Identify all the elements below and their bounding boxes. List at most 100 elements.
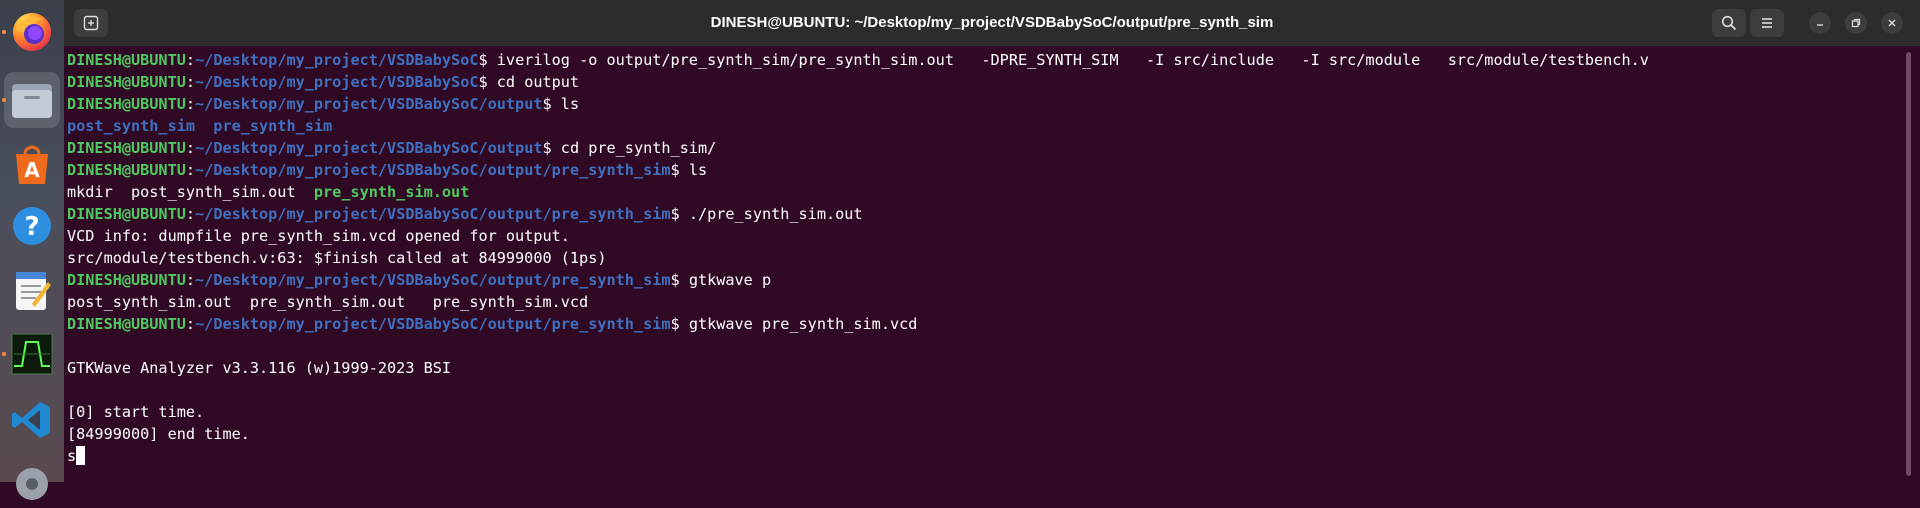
app-center-icon[interactable]: A — [8, 140, 56, 188]
menu-button[interactable] — [1750, 9, 1784, 37]
prompt-separator: : — [185, 271, 196, 289]
terminal-line: DINESH@UBUNTU:~/Desktop/my_project/VSDBa… — [67, 137, 1649, 159]
prompt-symbol: $ — [542, 95, 561, 113]
terminal-line: [84999000] end time. — [67, 423, 1649, 445]
typed-input: s — [67, 447, 77, 465]
prompt-path: ~/Desktop/my_project/VSDBabySoC/output/p… — [195, 315, 671, 333]
command-text: cd output — [496, 73, 580, 91]
settings-icon[interactable] — [8, 460, 56, 508]
close-icon — [1888, 19, 1896, 27]
prompt-user-host: DINESH@UBUNTU — [67, 51, 186, 69]
vscode-icon[interactable] — [8, 396, 56, 444]
search-button[interactable] — [1712, 9, 1746, 37]
prompt-user-host: DINESH@UBUNTU — [67, 139, 186, 157]
terminal-line: DINESH@UBUNTU:~/Desktop/my_project/VSDBa… — [67, 71, 1649, 93]
prompt-separator: : — [185, 51, 196, 69]
prompt-separator: : — [185, 95, 196, 113]
prompt-user-host: DINESH@UBUNTU — [67, 205, 186, 223]
prompt-symbol: $ — [670, 161, 689, 179]
terminal-line: GTKWave Analyzer v3.3.116 (w)1999-2023 B… — [67, 357, 1649, 379]
prompt-symbol: $ — [478, 51, 497, 69]
dock: A ? — [0, 0, 64, 500]
prompt-separator: : — [185, 205, 196, 223]
firefox-running-indicator — [2, 30, 6, 34]
output-text: GTKWave Analyzer v3.3.116 (w)1999-2023 B… — [67, 359, 452, 377]
text-editor-icon[interactable] — [8, 266, 56, 314]
files-running-indicator — [2, 98, 6, 102]
text-cursor — [76, 446, 86, 465]
restore-button[interactable] — [1845, 12, 1867, 34]
scrollbar-thumb[interactable] — [1906, 52, 1911, 476]
minimize-icon — [1817, 24, 1823, 26]
prompt-separator: : — [185, 315, 196, 333]
command-text: ls — [560, 95, 580, 113]
directory-listing: post_synth_sim pre_synth_sim — [67, 117, 333, 135]
file-listing: mkdir post_synth_sim.out — [67, 183, 314, 201]
prompt-user-host: DINESH@UBUNTU — [67, 73, 186, 91]
command-text: ls — [688, 161, 708, 179]
help-icon[interactable]: ? — [8, 202, 56, 250]
prompt-path: ~/Desktop/my_project/VSDBabySoC/output/p… — [195, 271, 671, 289]
terminal-line: DINESH@UBUNTU:~/Desktop/my_project/VSDBa… — [67, 93, 1649, 115]
prompt-path: ~/Desktop/my_project/VSDBabySoC/output — [195, 139, 543, 157]
output-text: post_synth_sim.out pre_synth_sim.out pre… — [67, 293, 589, 311]
terminal-line: DINESH@UBUNTU:~/Desktop/my_project/VSDBa… — [67, 269, 1649, 291]
terminal-output[interactable]: DINESH@UBUNTU:~/Desktop/my_project/VSDBa… — [64, 46, 1898, 482]
svg-text:A: A — [24, 158, 40, 182]
gtkwave-icon[interactable] — [8, 330, 56, 378]
files-icon[interactable] — [4, 72, 60, 128]
prompt-symbol: $ — [670, 271, 689, 289]
prompt-user-host: DINESH@UBUNTU — [67, 315, 186, 333]
prompt-path: ~/Desktop/my_project/VSDBabySoC/output/p… — [195, 205, 671, 223]
title-bar: DINESH@UBUNTU: ~/Desktop/my_project/VSDB… — [64, 0, 1920, 46]
gtkwave-running-indicator — [2, 352, 6, 356]
search-icon — [1721, 15, 1737, 31]
command-text: ./pre_synth_sim.out — [688, 205, 863, 223]
output-text: [84999000] end time. — [67, 425, 250, 443]
prompt-user-host: DINESH@UBUNTU — [67, 161, 186, 179]
prompt-symbol: $ — [478, 73, 497, 91]
executable-file: pre_synth_sim.out — [313, 183, 470, 201]
prompt-user-host: DINESH@UBUNTU — [67, 271, 186, 289]
terminal-line: mkdir post_synth_sim.out pre_synth_sim.o… — [67, 181, 1649, 203]
terminal-line: post_synth_sim pre_synth_sim — [67, 115, 1649, 137]
output-text: [0] start time. — [67, 403, 205, 421]
command-text: iverilog -o output/pre_synth_sim/pre_syn… — [496, 51, 1649, 69]
terminal-scrollbar[interactable] — [1898, 46, 1920, 482]
prompt-separator: : — [185, 139, 196, 157]
terminal-line: DINESH@UBUNTU:~/Desktop/my_project/VSDBa… — [67, 203, 1649, 225]
prompt-separator: : — [185, 73, 196, 91]
terminal-line: src/module/testbench.v:63: $finish calle… — [67, 247, 1649, 269]
terminal-line: VCD info: dumpfile pre_synth_sim.vcd ope… — [67, 225, 1649, 247]
prompt-path: ~/Desktop/my_project/VSDBabySoC — [195, 73, 479, 91]
terminal-line: DINESH@UBUNTU:~/Desktop/my_project/VSDBa… — [67, 159, 1649, 181]
window-title: DINESH@UBUNTU: ~/Desktop/my_project/VSDB… — [710, 14, 1274, 31]
terminal-line: [0] start time. — [67, 401, 1649, 423]
command-text: cd pre_synth_sim/ — [560, 139, 717, 157]
command-text: gtkwave p — [688, 271, 772, 289]
hamburger-icon — [1762, 18, 1772, 28]
terminal-line: DINESH@UBUNTU:~/Desktop/my_project/VSDBa… — [67, 313, 1649, 335]
restore-icon — [1851, 18, 1861, 28]
output-text: VCD info: dumpfile pre_synth_sim.vcd ope… — [67, 227, 570, 245]
terminal-line: DINESH@UBUNTU:~/Desktop/my_project/VSDBa… — [67, 49, 1649, 71]
prompt-path: ~/Desktop/my_project/VSDBabySoC/output/p… — [195, 161, 671, 179]
terminal-line: s — [67, 445, 1649, 467]
terminal-lines: DINESH@UBUNTU:~/Desktop/my_project/VSDBa… — [67, 49, 1649, 467]
prompt-separator: : — [185, 161, 196, 179]
output-text: src/module/testbench.v:63: $finish calle… — [67, 249, 607, 267]
prompt-symbol: $ — [542, 139, 561, 157]
prompt-symbol: $ — [670, 315, 689, 333]
prompt-user-host: DINESH@UBUNTU — [67, 95, 186, 113]
terminal-line: post_synth_sim.out pre_synth_sim.out pre… — [67, 291, 1649, 313]
minimize-button[interactable] — [1809, 12, 1831, 34]
prompt-path: ~/Desktop/my_project/VSDBabySoC/output — [195, 95, 543, 113]
firefox-icon[interactable] — [8, 8, 56, 56]
svg-text:?: ? — [24, 212, 39, 242]
prompt-path: ~/Desktop/my_project/VSDBabySoC — [195, 51, 479, 69]
command-text: gtkwave pre_synth_sim.vcd — [688, 315, 918, 333]
close-button[interactable] — [1881, 12, 1903, 34]
prompt-symbol: $ — [670, 205, 689, 223]
